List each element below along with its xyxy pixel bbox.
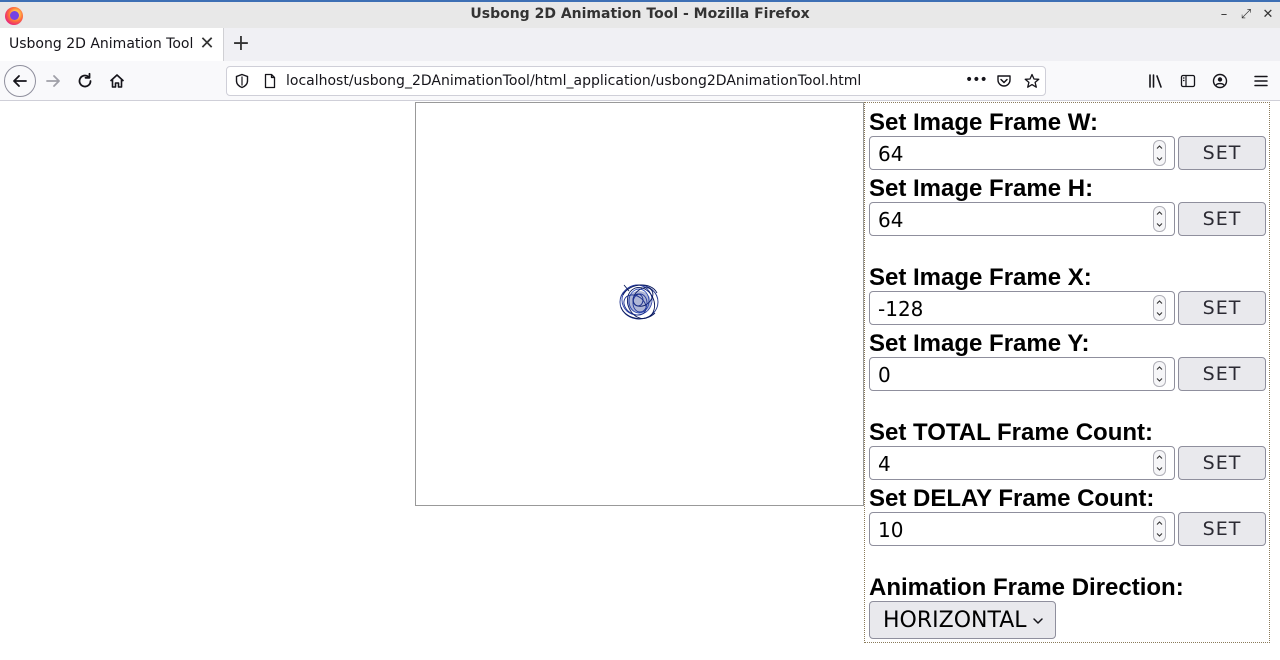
navigation-toolbar: localhost/usbong_2DAnimationTool/html_ap… — [0, 61, 1280, 101]
frame-w-spinner[interactable] — [1153, 140, 1166, 166]
frame-y-input[interactable]: 0 — [869, 357, 1175, 391]
arrow-right-icon — [46, 75, 60, 87]
frame-w-input[interactable]: 64 — [869, 136, 1175, 170]
delay-frame-count-input[interactable]: 10 — [869, 512, 1175, 546]
animation-canvas[interactable] — [415, 102, 864, 506]
window-titlebar: Usbong 2D Animation Tool - Mozilla Firef… — [0, 0, 1280, 28]
spin-up-icon[interactable] — [1154, 362, 1165, 374]
spin-down-icon[interactable] — [1154, 374, 1165, 386]
total-frame-count-input[interactable]: 4 — [869, 446, 1175, 480]
spin-down-icon[interactable] — [1154, 219, 1165, 231]
set-total-frame-count-button[interactable]: SET — [1178, 446, 1266, 480]
url-bar[interactable]: localhost/usbong_2DAnimationTool/html_ap… — [226, 66, 1046, 96]
frame-h-spinner[interactable] — [1153, 206, 1166, 232]
pocket-icon[interactable] — [996, 73, 1012, 89]
back-button[interactable] — [4, 65, 36, 97]
frame-h-value: 64 — [878, 208, 904, 232]
frame-w-value: 64 — [878, 142, 904, 166]
new-tab-button[interactable]: + — [229, 32, 253, 56]
set-frame-h-button[interactable]: SET — [1178, 202, 1266, 236]
spin-up-icon[interactable] — [1154, 207, 1165, 219]
home-button[interactable] — [101, 65, 133, 97]
spin-down-icon[interactable] — [1154, 308, 1165, 320]
library-icon[interactable] — [1148, 73, 1166, 89]
frame-h-label: Set Image Frame H: — [869, 175, 1094, 202]
frame-direction-select[interactable]: HORIZONTAL — [869, 601, 1056, 639]
spin-down-icon[interactable] — [1154, 153, 1165, 165]
frame-y-spinner[interactable] — [1153, 361, 1166, 387]
set-delay-frame-count-button[interactable]: SET — [1178, 512, 1266, 546]
frame-h-input[interactable]: 64 — [869, 202, 1175, 236]
frame-direction-value: HORIZONTAL — [883, 608, 1027, 633]
set-frame-w-button[interactable]: SET — [1178, 136, 1266, 170]
frame-direction-label: Animation Frame Direction: — [869, 574, 1184, 601]
frame-y-label: Set Image Frame Y: — [869, 330, 1090, 357]
delay-frame-count-value: 10 — [878, 518, 904, 542]
minimize-button[interactable]: – — [1215, 6, 1233, 24]
shield-icon[interactable] — [234, 73, 250, 89]
set-frame-y-button[interactable]: SET — [1178, 357, 1266, 391]
total-frame-count-value: 4 — [878, 452, 891, 476]
spin-up-icon[interactable] — [1154, 451, 1165, 463]
forward-button[interactable] — [37, 65, 69, 97]
frame-y-value: 0 — [878, 363, 891, 387]
home-icon — [109, 74, 125, 88]
page-actions-button[interactable]: ••• — [965, 72, 988, 88]
sidebar-icon[interactable] — [1180, 73, 1196, 89]
tab-usbong-animation-tool[interactable]: Usbong 2D Animation Tool ✕ — [0, 28, 224, 61]
frame-x-label: Set Image Frame X: — [869, 264, 1092, 291]
spin-down-icon[interactable] — [1154, 529, 1165, 541]
url-text[interactable]: localhost/usbong_2DAnimationTool/html_ap… — [286, 73, 861, 89]
delay-frame-count-label: Set DELAY Frame Count: — [869, 485, 1155, 512]
frame-w-label: Set Image Frame W: — [869, 109, 1098, 136]
hamburger-menu-icon[interactable] — [1253, 73, 1269, 89]
maximize-button[interactable]: ⤢ — [1237, 6, 1255, 24]
tab-title: Usbong 2D Animation Tool — [9, 36, 194, 52]
total-frame-count-spinner[interactable] — [1153, 450, 1166, 476]
set-frame-x-button[interactable]: SET — [1178, 291, 1266, 325]
spin-up-icon[interactable] — [1154, 296, 1165, 308]
chevron-down-icon — [1033, 618, 1043, 624]
delay-frame-count-spinner[interactable] — [1153, 516, 1166, 542]
spin-down-icon[interactable] — [1154, 463, 1165, 475]
total-frame-count-label: Set TOTAL Frame Count: — [869, 419, 1154, 446]
window-title: Usbong 2D Animation Tool - Mozilla Firef… — [470, 6, 810, 22]
close-window-button[interactable]: ✕ — [1259, 6, 1277, 24]
sprite-scribble-image — [619, 284, 659, 320]
spin-up-icon[interactable] — [1154, 517, 1165, 529]
reload-button[interactable] — [69, 65, 101, 97]
tab-strip: Usbong 2D Animation Tool ✕ + — [0, 28, 1280, 61]
reload-icon — [78, 72, 92, 88]
frame-x-spinner[interactable] — [1153, 295, 1166, 321]
controls-panel: Set Image Frame W: 64 SET Set Image Fram… — [864, 102, 1270, 643]
frame-x-input[interactable]: -128 — [869, 291, 1175, 325]
spin-up-icon[interactable] — [1154, 141, 1165, 153]
account-icon[interactable] — [1212, 73, 1228, 89]
frame-x-value: -128 — [878, 297, 924, 321]
star-icon[interactable] — [1024, 73, 1040, 89]
arrow-left-icon — [13, 75, 27, 87]
tab-close-button[interactable]: ✕ — [198, 34, 216, 54]
page-icon[interactable] — [262, 73, 278, 89]
